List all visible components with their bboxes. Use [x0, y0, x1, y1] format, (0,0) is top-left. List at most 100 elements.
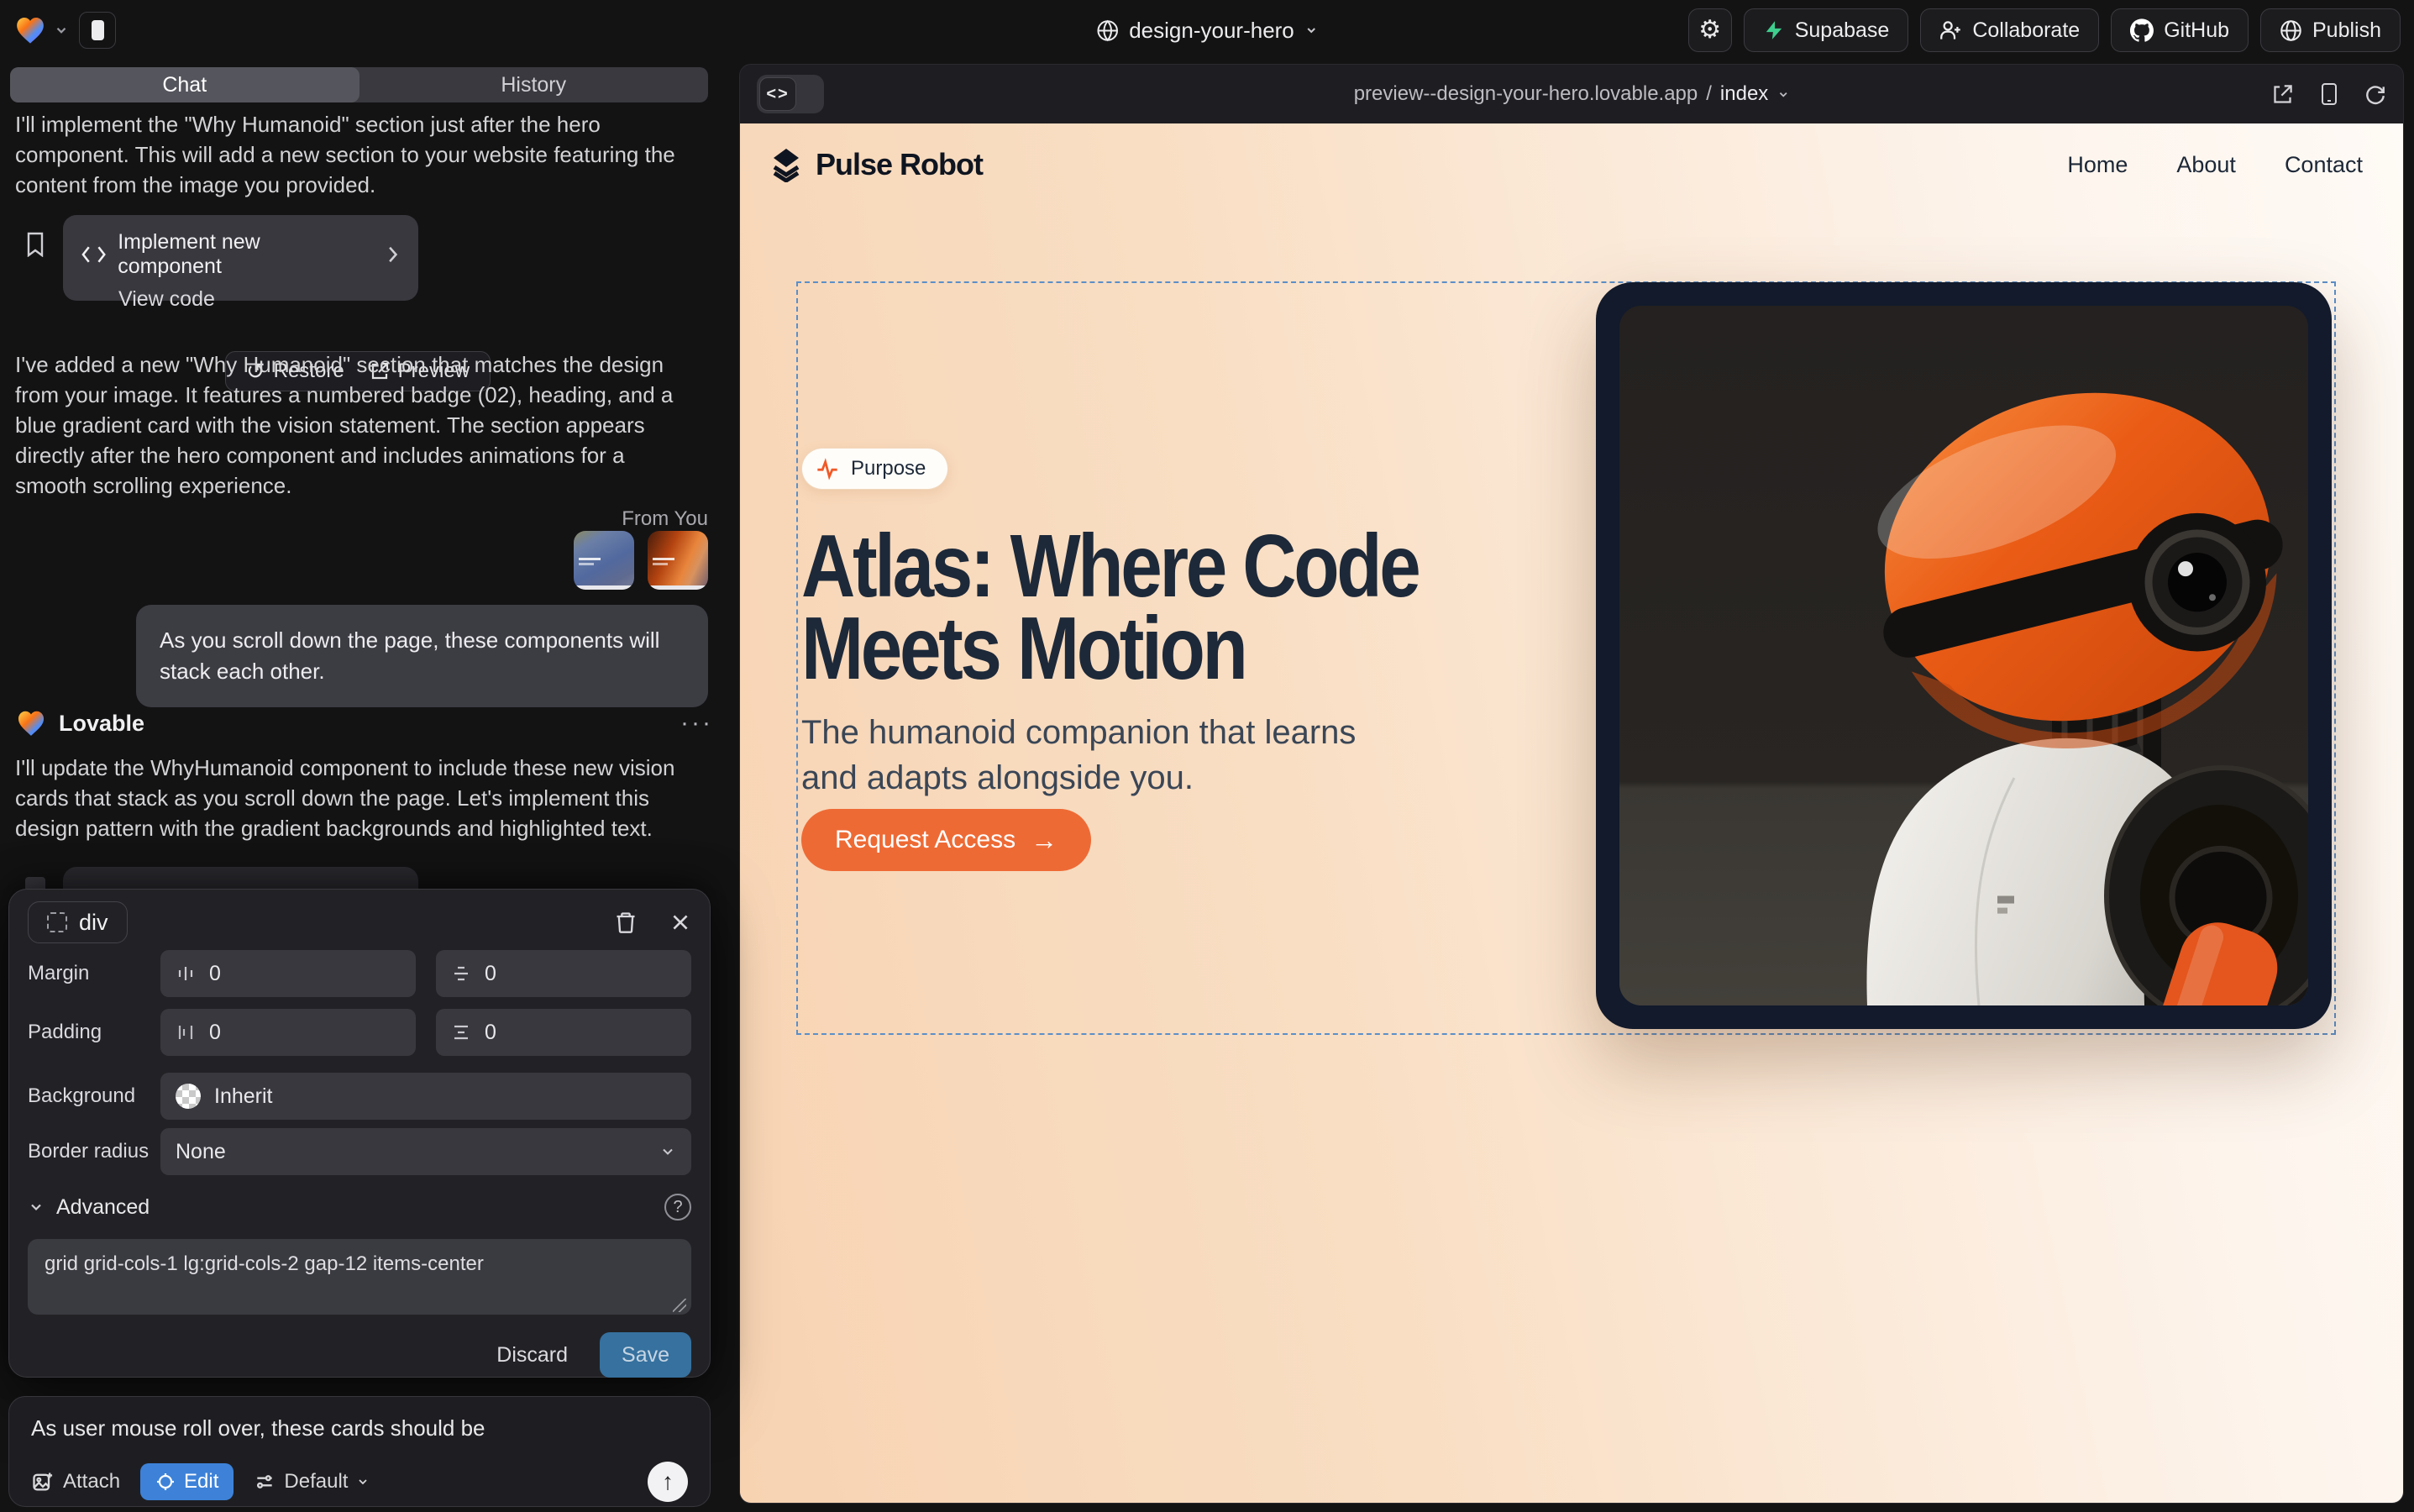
preview-panel: <> preview--design-your-hero.lovable.app… — [739, 64, 2404, 1504]
topbar-left — [13, 12, 116, 49]
border-radius-label: Border radius — [28, 1140, 160, 1163]
attachment-thumbnails — [574, 531, 708, 590]
supabase-button[interactable]: Supabase — [1744, 8, 1909, 52]
refresh-button[interactable] — [2364, 83, 2386, 105]
padding-label: Padding — [28, 1021, 160, 1044]
tab-history[interactable]: History — [359, 67, 709, 102]
mobile-view-button[interactable] — [2319, 82, 2339, 106]
help-icon[interactable]: ? — [664, 1194, 691, 1221]
padding-y-input[interactable]: 0 — [436, 1009, 691, 1056]
margin-x-input[interactable]: 0 — [160, 950, 416, 997]
attachment-thumbnail-orange[interactable] — [648, 531, 708, 590]
vertical-spacing-icon — [451, 963, 471, 984]
selected-element-chip[interactable]: div — [28, 901, 128, 943]
hero-subheading: The humanoid companion that learns and a… — [801, 710, 1389, 801]
site-header: Pulse Robot Home About Contact — [769, 147, 2363, 182]
arrow-right-icon: → — [1031, 827, 1057, 853]
preview-url[interactable]: preview--design-your-hero.lovable.app / … — [1354, 82, 1790, 106]
assistant-message: I've added a new "Why Humanoid" section … — [15, 349, 697, 501]
collaborate-button[interactable]: Collaborate — [1920, 8, 2099, 52]
publish-globe-icon — [2280, 19, 2302, 42]
project-switcher[interactable]: design-your-hero — [1096, 18, 1318, 44]
padding-horizontal-icon — [176, 1022, 196, 1042]
advanced-section-toggle[interactable]: Advanced ? — [28, 1194, 691, 1221]
border-radius-select[interactable]: None — [160, 1128, 691, 1175]
attachment-thumbnail-blue[interactable] — [574, 531, 634, 590]
pulse-icon — [816, 457, 839, 480]
padding-x-input[interactable]: 0 — [160, 1009, 416, 1056]
tab-chat[interactable]: Chat — [10, 67, 359, 102]
robot-image — [1619, 306, 2308, 1005]
inspector-header: div — [28, 890, 691, 943]
settings-button[interactable]: ⚙ — [1688, 8, 1732, 52]
chevron-down-icon — [356, 1475, 370, 1488]
external-link-icon — [2271, 83, 2294, 106]
margin-y-input[interactable]: 0 — [436, 950, 691, 997]
github-button[interactable]: GitHub — [2111, 8, 2249, 52]
hero-heading: Atlas: Where Code Meets Motion — [801, 525, 1418, 690]
view-code-link[interactable]: View code — [81, 287, 400, 312]
topbar: design-your-hero ⚙ Supabase Collaborate — [0, 0, 2414, 60]
toggle-sidebar-button[interactable] — [79, 12, 116, 49]
horizontal-spacing-icon — [176, 963, 196, 984]
lovable-app: design-your-hero ⚙ Supabase Collaborate — [0, 0, 2414, 1512]
message-menu-icon[interactable]: ··· — [680, 709, 713, 738]
sidebar-panel-icon — [92, 20, 104, 40]
add-user-icon — [1939, 19, 1962, 42]
background-label: Background — [28, 1084, 160, 1108]
github-icon — [2130, 18, 2154, 42]
workspace-menu[interactable] — [13, 13, 69, 47]
attach-button[interactable]: Attach — [31, 1470, 120, 1494]
lovable-heart-icon — [15, 707, 47, 739]
delete-element-button[interactable] — [614, 911, 638, 934]
nav-contact[interactable]: Contact — [2285, 152, 2363, 178]
code-view-toggle[interactable]: <> — [757, 75, 824, 113]
element-outline-icon — [47, 912, 67, 932]
component-card-title: Implement new component — [118, 230, 363, 279]
publish-button[interactable]: Publish — [2260, 8, 2401, 52]
chat-mode-select[interactable]: Default — [254, 1470, 370, 1494]
background-input[interactable]: Inherit — [160, 1073, 691, 1120]
discard-button[interactable]: Discard — [496, 1343, 568, 1368]
nav-home[interactable]: Home — [2067, 152, 2128, 178]
request-access-button[interactable]: Request Access → — [801, 809, 1091, 871]
sliders-icon — [254, 1471, 276, 1493]
agent-name: Lovable — [59, 711, 144, 737]
assistant-message: I'll update the WhyHumanoid component to… — [15, 753, 697, 843]
chevron-down-icon — [28, 1199, 45, 1215]
chevron-right-icon — [386, 245, 400, 264]
phone-icon — [2319, 82, 2339, 106]
chevron-down-icon — [1304, 24, 1318, 37]
chevron-down-icon — [54, 23, 69, 38]
resize-grip[interactable] — [673, 1299, 686, 1312]
close-icon — [669, 911, 691, 933]
purpose-badge: Purpose — [801, 448, 948, 490]
edit-mode-button[interactable]: Edit — [140, 1463, 234, 1500]
hero-robot-card — [1596, 282, 2332, 1029]
refresh-icon — [2364, 83, 2386, 105]
chat-history-tabs: Chat History — [10, 67, 708, 102]
send-message-button[interactable]: ↑ — [648, 1462, 688, 1502]
layers-icon — [769, 147, 804, 182]
agent-header: Lovable ··· — [15, 707, 713, 739]
code-icon — [81, 245, 106, 264]
preview-viewport: Pulse Robot Home About Contact Purpose — [740, 123, 2403, 1503]
arrow-up-icon: ↑ — [662, 1468, 674, 1495]
topbar-actions: ⚙ Supabase Collaborate GitHub — [1688, 8, 2401, 52]
crosshair-icon — [155, 1472, 176, 1492]
component-change-card[interactable]: Implement new component View code — [63, 215, 418, 301]
save-button[interactable]: Save — [600, 1332, 691, 1378]
assistant-message: I'll implement the "Why Humanoid" sectio… — [15, 109, 697, 200]
bookmark-icon[interactable] — [25, 232, 45, 261]
trash-icon — [614, 911, 638, 934]
tailwind-classes-textarea[interactable]: grid grid-cols-1 lg:grid-cols-2 gap-12 i… — [28, 1239, 691, 1315]
chat-input[interactable]: As user mouse roll over, these cards sho… — [31, 1415, 688, 1441]
user-message-bubble: As you scroll down the page, these compo… — [136, 605, 708, 707]
open-in-new-tab-button[interactable] — [2271, 83, 2294, 106]
supabase-bolt-icon — [1763, 19, 1785, 41]
site-logo[interactable]: Pulse Robot — [769, 147, 983, 182]
nav-about[interactable]: About — [2176, 152, 2236, 178]
padding-vertical-icon — [451, 1022, 471, 1042]
close-inspector-button[interactable] — [669, 911, 691, 933]
gear-icon: ⚙ — [1698, 18, 1721, 43]
